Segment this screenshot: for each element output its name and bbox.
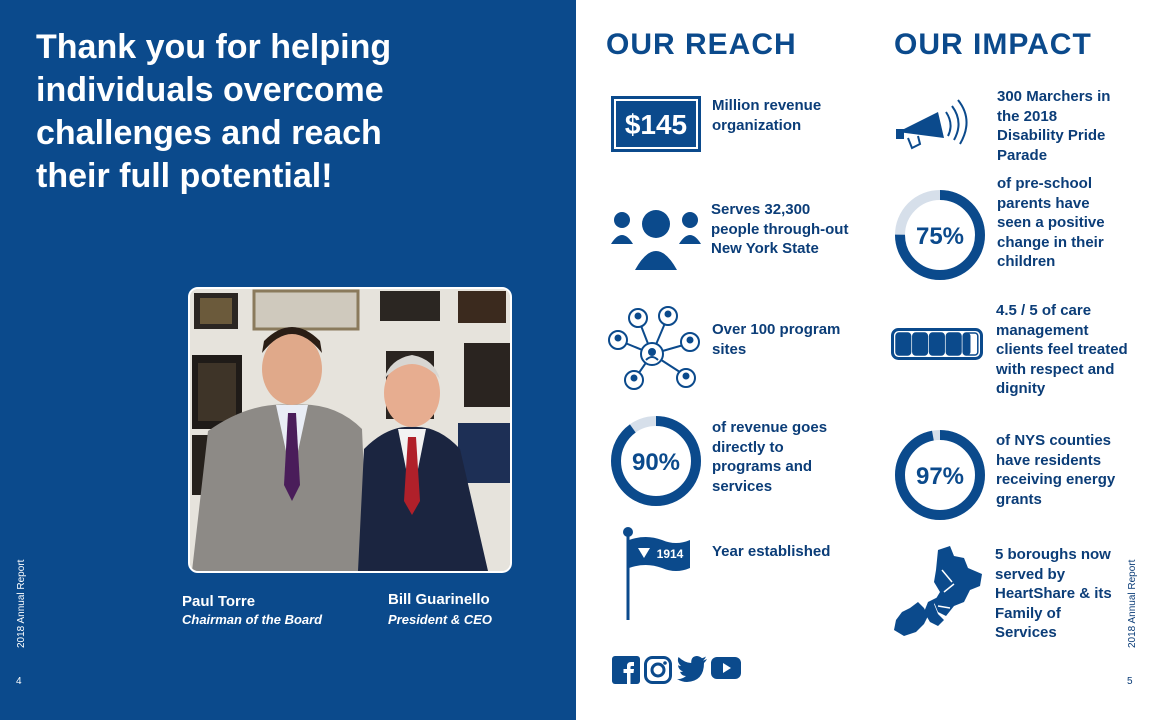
revenue-badge-text: $145	[625, 109, 687, 140]
flag-icon: 1914	[622, 526, 692, 622]
marchers-text: 300 Marchers in the 2018 Disability Prid…	[997, 88, 1111, 164]
facebook-icon[interactable]	[612, 656, 640, 684]
counties-pct-text: of NYS counties have residents receiving…	[996, 432, 1116, 508]
care-rating-text: 4.5 / 5 of care management clients feel …	[996, 302, 1128, 397]
parents-pct-value: 75%	[916, 223, 964, 250]
counties-pct-value: 97%	[916, 463, 964, 490]
revenue-pct-text: of revenue goes directly to programs and…	[712, 419, 828, 495]
leaders-photo-illustration	[190, 289, 510, 571]
network-icon	[608, 304, 700, 392]
twitter-icon[interactable]	[677, 656, 707, 682]
leaders-photo	[188, 287, 512, 573]
parents-pct-gauge: 75%	[893, 188, 987, 282]
person-role-1: Chairman of the Board	[182, 612, 323, 627]
rating-segment-fill	[929, 333, 945, 355]
revenue-pct-value: 90%	[632, 449, 680, 476]
page-number-right: 5	[1127, 676, 1133, 687]
revenue-badge: $145	[611, 96, 701, 152]
parents-pct-text: of pre-school parents have seen a positi…	[997, 175, 1105, 270]
serves-text: Serves 32,300 people through-out New Yor…	[711, 201, 849, 257]
revenue-text: Million revenue organization	[712, 97, 822, 134]
left-page: Thank you for helping individuals overco…	[0, 0, 576, 720]
page-number-left: 4	[16, 676, 22, 687]
revenue-pct-gauge: 90%	[609, 414, 703, 508]
right-page: OUR REACH OUR IMPACT $145 Million revenu…	[576, 0, 1152, 720]
sites-text: Over 100 program sites	[712, 321, 841, 358]
headline: Thank you for helping individuals overco…	[36, 28, 392, 195]
rating-segment-fill	[963, 333, 971, 355]
boroughs-text: 5 boroughs now served by HeartShare & it…	[995, 546, 1112, 641]
youtube-icon[interactable]	[711, 657, 741, 679]
rating-segment-fill	[896, 333, 911, 355]
annual-report-label-left: 2018 Annual Report	[16, 559, 27, 648]
rating-segment-fill	[912, 333, 928, 355]
counties-pct-gauge: 97%	[893, 428, 987, 522]
our-reach-title: OUR REACH	[606, 28, 797, 61]
flag-year: 1914	[657, 547, 684, 561]
person-name-1: Paul Torre	[182, 593, 256, 610]
year-established-text: Year established	[712, 543, 831, 560]
our-impact-title: OUR IMPACT	[894, 28, 1092, 61]
people-icon	[611, 208, 701, 272]
person-name-2: Bill Guarinello	[388, 591, 490, 608]
person-role-2: President & CEO	[388, 612, 493, 627]
instagram-icon[interactable]	[644, 656, 672, 684]
megaphone-icon	[894, 98, 974, 150]
annual-report-label-right: 2018 Annual Report	[1127, 559, 1138, 648]
rating-segment-fill	[946, 333, 961, 355]
nyc-boroughs-map-icon	[894, 546, 984, 638]
care-rating-bar	[891, 328, 983, 360]
